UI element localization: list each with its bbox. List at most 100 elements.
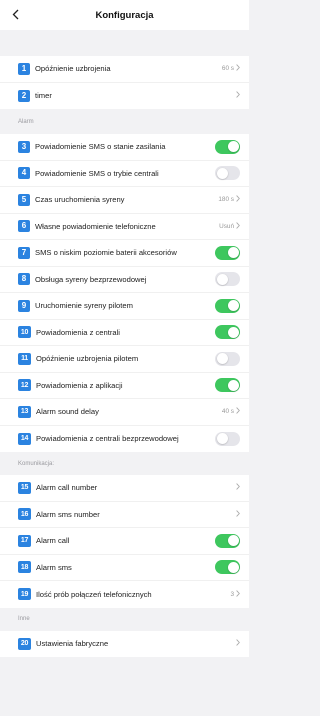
setting-row-15[interactable]: 15 Alarm call number	[0, 475, 249, 502]
setting-row-4[interactable]: 4 Powiadomienie SMS o trybie centrali	[0, 160, 249, 187]
number-badge-icon: 5	[18, 193, 30, 206]
toggle-knob	[216, 433, 228, 445]
toggle-knob	[227, 300, 239, 312]
chevron-right-icon	[236, 510, 240, 519]
number-badge-icon: 7	[18, 246, 30, 259]
setting-value-text: 3	[230, 590, 234, 598]
setting-value: 40 s	[222, 407, 240, 416]
setting-label: Powiadomienia z centrali	[36, 327, 120, 337]
chevron-right-icon	[236, 407, 240, 416]
toggle-knob	[227, 141, 239, 153]
toggle-switch[interactable]	[215, 378, 240, 393]
number-badge-icon: 6	[18, 220, 30, 233]
top-spacer	[0, 30, 249, 56]
toggle-switch[interactable]	[215, 139, 240, 154]
toggle-switch[interactable]	[215, 431, 240, 446]
setting-row-14[interactable]: 14 Powiadomienia z centrali bezprzewodowe…	[0, 425, 249, 452]
setting-row-3[interactable]: 3 Powiadomienie SMS o stanie zasilania	[0, 134, 249, 161]
number-badge-icon: 19	[18, 588, 31, 601]
setting-label: Własne powiadomienie telefoniczne	[35, 221, 156, 231]
number-badge-icon: 8	[18, 273, 30, 286]
toggle-switch[interactable]	[215, 166, 240, 181]
toggle-switch[interactable]	[215, 272, 240, 287]
setting-label: Alarm sound delay	[36, 407, 99, 417]
setting-label: Alarm sms	[36, 562, 72, 572]
setting-label: Alarm call number	[36, 483, 98, 493]
setting-row-6[interactable]: 6 Własne powiadomienie telefoniczne Usuń	[0, 213, 249, 240]
setting-row-10[interactable]: 10 Powiadomienia z centrali	[0, 319, 249, 346]
chevron-right-icon	[236, 483, 240, 492]
setting-value: Usuń	[219, 222, 240, 231]
setting-value	[234, 510, 240, 519]
chevron-right-icon	[236, 590, 240, 599]
setting-value-text: 180 s	[218, 196, 234, 204]
setting-row-19[interactable]: 19 Ilość prób połączeń telefonicznych 3	[0, 581, 249, 608]
toggle-knob	[216, 167, 228, 179]
settings-list: 1 Opóźnienie uzbrojenia 60 s 2 timer Alarm 3 Po…	[0, 30, 249, 657]
setting-label: Powiadomienia z centrali bezprzewodowej	[36, 434, 179, 444]
toggle-knob	[227, 561, 239, 573]
number-badge-icon: 13	[18, 405, 31, 418]
number-badge-icon: 1	[18, 62, 30, 75]
setting-value-text: Usuń	[219, 222, 234, 230]
setting-label: Powiadomienia z aplikacji	[36, 380, 123, 390]
section-header: Inne	[0, 607, 249, 631]
setting-value: 180 s	[218, 195, 240, 204]
toggle-knob	[227, 379, 239, 391]
setting-value	[234, 91, 240, 100]
setting-row-9[interactable]: 9 Uruchomienie syreny pilotem	[0, 293, 249, 320]
setting-row-20[interactable]: 20 Ustawienia fabryczne	[0, 630, 249, 657]
setting-label: Obsługa syreny bezprzewodowej	[35, 274, 147, 284]
toggle-switch[interactable]	[215, 560, 240, 575]
number-badge-icon: 11	[18, 352, 31, 365]
setting-row-5[interactable]: 5 Czas uruchomienia syreny 180 s	[0, 187, 249, 214]
toggle-switch[interactable]	[215, 245, 240, 260]
toggle-knob	[227, 247, 239, 259]
toggle-switch[interactable]	[215, 533, 240, 548]
setting-label: Opóźnienie uzbrojenia pilotem	[36, 354, 139, 364]
setting-label: Ilość prób połączeń telefonicznych	[36, 589, 152, 599]
number-badge-icon: 14	[18, 432, 31, 445]
toggle-knob	[227, 535, 239, 547]
top-bar: Konfiguracja	[0, 0, 249, 30]
setting-row-18[interactable]: 18 Alarm sms	[0, 554, 249, 581]
number-badge-icon: 15	[18, 481, 31, 494]
setting-label: Powiadomienie SMS o trybie centrali	[35, 168, 159, 178]
setting-label: timer	[35, 91, 52, 101]
toggle-knob	[216, 273, 228, 285]
chevron-right-icon	[236, 639, 240, 648]
number-badge-icon: 17	[18, 534, 31, 547]
setting-label: Ustawienia fabryczne	[36, 639, 109, 649]
number-badge-icon: 18	[18, 561, 31, 574]
number-badge-icon: 20	[18, 637, 31, 650]
number-badge-icon: 3	[18, 140, 30, 153]
toggle-switch[interactable]	[215, 325, 240, 340]
toggle-knob	[227, 326, 239, 338]
setting-label: Czas uruchomienia syreny	[35, 195, 125, 205]
setting-row-11[interactable]: 11 Opóźnienie uzbrojenia pilotem	[0, 346, 249, 373]
setting-row-1[interactable]: 1 Opóźnienie uzbrojenia 60 s	[0, 56, 249, 83]
chevron-right-icon	[236, 91, 240, 100]
setting-value-text: 40 s	[221, 408, 234, 416]
setting-value	[234, 483, 240, 492]
setting-row-17[interactable]: 17 Alarm call	[0, 528, 249, 555]
number-badge-icon: 10	[18, 326, 31, 339]
chevron-right-icon	[236, 222, 240, 231]
chevron-right-icon	[236, 195, 240, 204]
setting-value-text: 60 s	[221, 65, 234, 73]
chevron-right-icon	[236, 64, 240, 73]
number-badge-icon: 2	[18, 89, 30, 102]
chevron-left-icon[interactable]	[6, 4, 24, 24]
toggle-switch[interactable]	[215, 351, 240, 366]
setting-row-7[interactable]: 7 SMS o niskim poziomie baterii akcesorió…	[0, 240, 249, 267]
setting-label: Uruchomienie syreny pilotem	[35, 301, 133, 311]
setting-row-16[interactable]: 16 Alarm sms number	[0, 501, 249, 528]
setting-label: Alarm sms number	[36, 509, 100, 519]
setting-row-8[interactable]: 8 Obsługa syreny bezprzewodowej	[0, 266, 249, 293]
toggle-knob	[216, 353, 228, 365]
setting-row-2[interactable]: 2 timer	[0, 82, 249, 109]
setting-row-13[interactable]: 13 Alarm sound delay 40 s	[0, 399, 249, 426]
setting-row-12[interactable]: 12 Powiadomienia z aplikacji	[0, 372, 249, 399]
setting-value: 3	[230, 590, 240, 599]
toggle-switch[interactable]	[215, 298, 240, 313]
